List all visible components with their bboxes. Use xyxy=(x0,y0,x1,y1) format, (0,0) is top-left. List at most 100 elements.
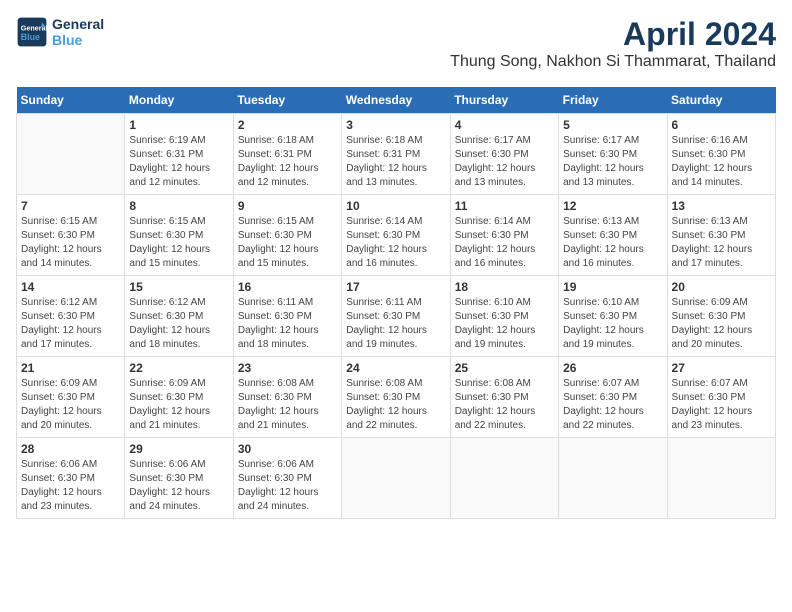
day-info: Sunrise: 6:19 AMSunset: 6:31 PMDaylight:… xyxy=(129,134,228,190)
calendar-cell: 5Sunrise: 6:17 AMSunset: 6:30 PMDaylight… xyxy=(559,114,667,195)
calendar-cell: 23Sunrise: 6:08 AMSunset: 6:30 PMDayligh… xyxy=(233,357,341,438)
calendar-cell: 30 Sunrise: 6:06 AMSunset: 6:30 PMDayligh… xyxy=(233,438,341,519)
day-info: Sunrise: 6:07 AMSunset: 6:30 PMDaylight:… xyxy=(672,377,771,433)
weekday-header: Sunday xyxy=(17,87,125,114)
calendar-cell: 10 Sunrise: 6:14 AMSunset: 6:30 PMDayligh… xyxy=(342,195,450,276)
logo-icon: General Blue xyxy=(16,16,48,48)
day-number: 20 xyxy=(672,280,771,294)
day-number: 30 xyxy=(238,442,337,456)
day-info: Sunrise: 6:16 AMSunset: 6:30 PMDaylight:… xyxy=(672,134,771,190)
day-info: Sunrise: 6:15 AMSunset: 6:30 PMDaylight:… xyxy=(238,215,337,271)
day-number: 6 xyxy=(672,118,771,132)
day-info: Sunrise: 6:09 AMSunset: 6:30 PMDaylight:… xyxy=(129,377,228,433)
weekday-header: Wednesday xyxy=(342,87,450,114)
day-info: Sunrise: 6:17 AMSunset: 6:30 PMDaylight:… xyxy=(563,134,662,190)
day-number: 16 xyxy=(238,280,337,294)
calendar-cell: 21 Sunrise: 6:09 AMSunset: 6:30 PMDayligh… xyxy=(17,357,125,438)
calendar-cell xyxy=(559,438,667,519)
day-number: 9 xyxy=(238,199,337,213)
weekday-header: Friday xyxy=(559,87,667,114)
day-info: Sunrise: 6:18 AMSunset: 6:31 PMDaylight:… xyxy=(346,134,445,190)
day-info: Sunrise: 6:08 AMSunset: 6:30 PMDaylight:… xyxy=(346,377,445,433)
day-info: Sunrise: 6:09 AMSunset: 6:30 PMDaylight:… xyxy=(21,377,120,433)
calendar-cell: 13Sunrise: 6:13 AMSunset: 6:30 PMDayligh… xyxy=(667,195,775,276)
day-number: 3 xyxy=(346,118,445,132)
day-info: Sunrise: 6:13 AMSunset: 6:30 PMDaylight:… xyxy=(563,215,662,271)
calendar-cell: 6 Sunrise: 6:16 AMSunset: 6:30 PMDaylight… xyxy=(667,114,775,195)
day-info: Sunrise: 6:15 AMSunset: 6:30 PMDaylight:… xyxy=(21,215,120,271)
day-info: Sunrise: 6:15 AMSunset: 6:30 PMDaylight:… xyxy=(129,215,228,271)
calendar-cell xyxy=(342,438,450,519)
day-number: 19 xyxy=(563,280,662,294)
day-number: 2 xyxy=(238,118,337,132)
day-number: 27 xyxy=(672,361,771,375)
day-info: Sunrise: 6:06 AMSunset: 6:30 PMDaylight:… xyxy=(238,458,337,514)
day-info: Sunrise: 6:11 AMSunset: 6:30 PMDaylight:… xyxy=(346,296,445,352)
calendar-cell: 1 Sunrise: 6:19 AMSunset: 6:31 PMDaylight… xyxy=(125,114,233,195)
calendar-cell: 18Sunrise: 6:10 AMSunset: 6:30 PMDayligh… xyxy=(450,276,558,357)
logo-text-general: General xyxy=(52,16,104,32)
calendar-cell: 7 Sunrise: 6:15 AMSunset: 6:30 PMDaylight… xyxy=(17,195,125,276)
day-info: Sunrise: 6:08 AMSunset: 6:30 PMDaylight:… xyxy=(455,377,554,433)
day-number: 15 xyxy=(129,280,228,294)
day-number: 14 xyxy=(21,280,120,294)
calendar-cell: 4Sunrise: 6:17 AMSunset: 6:30 PMDaylight… xyxy=(450,114,558,195)
logo-text-blue: Blue xyxy=(52,32,104,48)
month-title: April 2024 xyxy=(450,16,776,53)
calendar-cell: 17 Sunrise: 6:11 AMSunset: 6:30 PMDayligh… xyxy=(342,276,450,357)
day-info: Sunrise: 6:14 AMSunset: 6:30 PMDaylight:… xyxy=(346,215,445,271)
calendar-cell: 27 Sunrise: 6:07 AMSunset: 6:30 PMDayligh… xyxy=(667,357,775,438)
day-number: 1 xyxy=(129,118,228,132)
calendar-cell xyxy=(667,438,775,519)
calendar-cell: 12 Sunrise: 6:13 AMSunset: 6:30 PMDayligh… xyxy=(559,195,667,276)
calendar-cell: 14 Sunrise: 6:12 AMSunset: 6:30 PMDayligh… xyxy=(17,276,125,357)
day-info: Sunrise: 6:10 AMSunset: 6:30 PMDaylight:… xyxy=(563,296,662,352)
day-info: Sunrise: 6:11 AMSunset: 6:30 PMDaylight:… xyxy=(238,296,337,352)
day-info: Sunrise: 6:06 AMSunset: 6:30 PMDaylight:… xyxy=(21,458,120,514)
calendar-cell: 25 Sunrise: 6:08 AMSunset: 6:30 PMDayligh… xyxy=(450,357,558,438)
day-number: 7 xyxy=(21,199,120,213)
weekday-header: Monday xyxy=(125,87,233,114)
calendar-cell: 19 Sunrise: 6:10 AMSunset: 6:30 PMDayligh… xyxy=(559,276,667,357)
day-info: Sunrise: 6:07 AMSunset: 6:30 PMDaylight:… xyxy=(563,377,662,433)
calendar-cell: 26 Sunrise: 6:07 AMSunset: 6:30 PMDayligh… xyxy=(559,357,667,438)
day-number: 29 xyxy=(129,442,228,456)
day-number: 21 xyxy=(21,361,120,375)
day-number: 24 xyxy=(346,361,445,375)
day-number: 4 xyxy=(455,118,554,132)
calendar-cell: 3 Sunrise: 6:18 AMSunset: 6:31 PMDaylight… xyxy=(342,114,450,195)
calendar-cell: 2 Sunrise: 6:18 AMSunset: 6:31 PMDaylight… xyxy=(233,114,341,195)
calendar-cell xyxy=(17,114,125,195)
logo: General Blue General Blue xyxy=(16,16,104,48)
day-info: Sunrise: 6:14 AMSunset: 6:30 PMDaylight:… xyxy=(455,215,554,271)
day-number: 17 xyxy=(346,280,445,294)
day-number: 10 xyxy=(346,199,445,213)
day-info: Sunrise: 6:06 AMSunset: 6:30 PMDaylight:… xyxy=(129,458,228,514)
calendar-cell: 16 Sunrise: 6:11 AMSunset: 6:30 PMDayligh… xyxy=(233,276,341,357)
day-info: Sunrise: 6:12 AMSunset: 6:30 PMDaylight:… xyxy=(21,296,120,352)
day-number: 26 xyxy=(563,361,662,375)
day-info: Sunrise: 6:18 AMSunset: 6:31 PMDaylight:… xyxy=(238,134,337,190)
calendar-cell: 8 Sunrise: 6:15 AMSunset: 6:30 PMDaylight… xyxy=(125,195,233,276)
day-info: Sunrise: 6:13 AMSunset: 6:30 PMDaylight:… xyxy=(672,215,771,271)
day-number: 25 xyxy=(455,361,554,375)
day-info: Sunrise: 6:08 AMSunset: 6:30 PMDaylight:… xyxy=(238,377,337,433)
calendar-cell: 9 Sunrise: 6:15 AMSunset: 6:30 PMDaylight… xyxy=(233,195,341,276)
calendar-cell: 11 Sunrise: 6:14 AMSunset: 6:30 PMDayligh… xyxy=(450,195,558,276)
calendar-cell: 29 Sunrise: 6:06 AMSunset: 6:30 PMDayligh… xyxy=(125,438,233,519)
day-info: Sunrise: 6:12 AMSunset: 6:30 PMDaylight:… xyxy=(129,296,228,352)
day-number: 18 xyxy=(455,280,554,294)
day-number: 11 xyxy=(455,199,554,213)
calendar-cell xyxy=(450,438,558,519)
calendar-cell: 20Sunrise: 6:09 AMSunset: 6:30 PMDayligh… xyxy=(667,276,775,357)
calendar-table: SundayMondayTuesdayWednesdayThursdayFrid… xyxy=(16,87,776,519)
calendar-cell: 22Sunrise: 6:09 AMSunset: 6:30 PMDayligh… xyxy=(125,357,233,438)
day-number: 12 xyxy=(563,199,662,213)
calendar-cell: 24 Sunrise: 6:08 AMSunset: 6:30 PMDayligh… xyxy=(342,357,450,438)
svg-text:Blue: Blue xyxy=(21,32,40,42)
day-number: 8 xyxy=(129,199,228,213)
day-number: 28 xyxy=(21,442,120,456)
weekday-header: Thursday xyxy=(450,87,558,114)
weekday-header: Saturday xyxy=(667,87,775,114)
calendar-cell: 28 Sunrise: 6:06 AMSunset: 6:30 PMDayligh… xyxy=(17,438,125,519)
